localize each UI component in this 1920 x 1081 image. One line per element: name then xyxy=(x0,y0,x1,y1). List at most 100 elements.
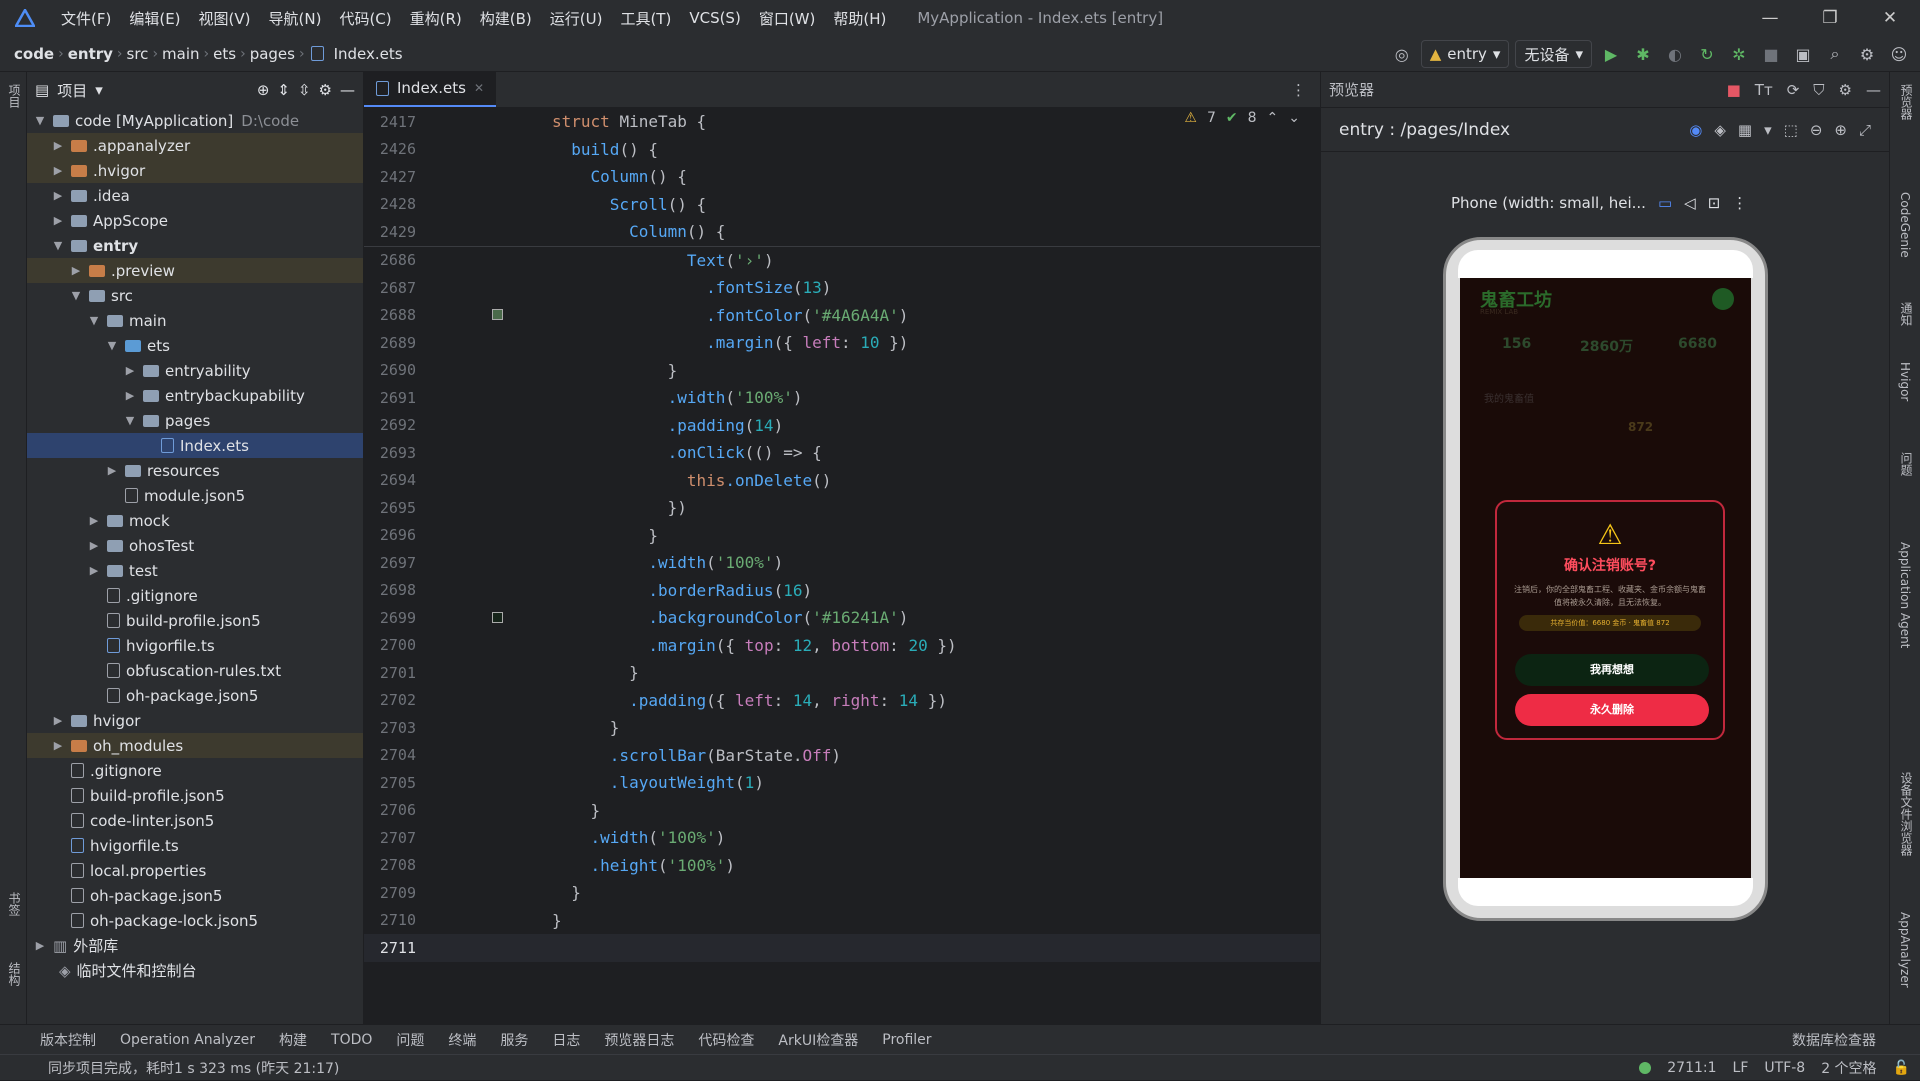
caret-position[interactable]: 2711:1 xyxy=(1667,1060,1716,1076)
tree-item[interactable]: build-profile.json5 xyxy=(27,783,363,808)
tree-item[interactable]: ▶ mock xyxy=(27,508,363,533)
inspect-icon[interactable]: ◉ xyxy=(1689,121,1702,139)
project-panel-title[interactable]: 项目 xyxy=(57,80,87,101)
chevron-down-icon[interactable]: ▾ xyxy=(1764,121,1772,139)
tree-item[interactable]: module.json5 xyxy=(27,483,363,508)
gear-icon[interactable]: ⚙ xyxy=(319,81,332,99)
structure-tool-button[interactable]: 结构 xyxy=(6,962,23,986)
close-icon[interactable]: ✕ xyxy=(474,81,484,95)
tree-item[interactable]: local.properties xyxy=(27,858,363,883)
avatar[interactable] xyxy=(1712,288,1734,310)
appanalyzer-tool-button[interactable]: AppAnalyzer xyxy=(1898,912,1912,988)
tree-item[interactable]: ▶ ohosTest xyxy=(27,533,363,558)
tool-terminal[interactable]: 终端 xyxy=(448,1030,476,1050)
tree-item[interactable]: ▶ ▥ 外部库 xyxy=(27,933,363,958)
menu-vcs[interactable]: VCS(S) xyxy=(680,9,749,27)
module-dropdown[interactable]: ▲ entry ▾ xyxy=(1420,40,1510,68)
expand-all-icon[interactable]: ⇕ xyxy=(277,81,290,99)
tool-database-inspector[interactable]: 数据库检查器 xyxy=(1792,1030,1876,1050)
tree-item[interactable]: ▶ oh_modules xyxy=(27,733,363,758)
menu-edit[interactable]: 编辑(E) xyxy=(120,8,189,29)
status-indicator-icon[interactable] xyxy=(1639,1062,1652,1074)
tree-item[interactable]: oh-package.json5 xyxy=(27,683,363,708)
tree-item[interactable]: ▶ .preview xyxy=(27,258,363,283)
tree-item[interactable]: ▼ entry xyxy=(27,233,363,258)
menu-view[interactable]: 视图(V) xyxy=(190,8,260,29)
locate-icon[interactable]: ⊕ xyxy=(257,81,270,99)
tree-item[interactable]: oh-package-lock.json5 xyxy=(27,908,363,933)
lock-icon[interactable]: 🔓 xyxy=(1893,1060,1910,1076)
stop-icon[interactable]: ■ xyxy=(1758,41,1784,67)
tree-item[interactable]: .gitignore xyxy=(27,758,363,783)
device-dropdown[interactable]: 无设备 ▾ xyxy=(1515,40,1592,68)
menu-help[interactable]: 帮助(H) xyxy=(824,8,895,29)
restore-icon[interactable]: ❐ xyxy=(1800,0,1860,36)
breadcrumb-item[interactable]: code xyxy=(10,45,58,63)
tool-operation-analyzer[interactable]: Operation Analyzer xyxy=(120,1032,255,1048)
tool-arkui-inspector[interactable]: ArkUI检查器 xyxy=(778,1030,858,1050)
tree-item[interactable]: ▶ hvigor xyxy=(27,708,363,733)
line-separator[interactable]: LF xyxy=(1733,1060,1749,1076)
hide-icon[interactable]: — xyxy=(1866,81,1881,99)
tree-item[interactable]: ▶ AppScope xyxy=(27,208,363,233)
project-tool-button[interactable]: 项目 xyxy=(6,84,23,108)
tool-profiler[interactable]: Profiler xyxy=(882,1032,931,1048)
tool-code-inspection[interactable]: 代码检查 xyxy=(698,1030,754,1050)
tree-item[interactable]: oh-package.json5 xyxy=(27,883,363,908)
chevron-down-icon[interactable]: ⌄ xyxy=(1288,110,1300,126)
more-options-icon[interactable]: ⋮ xyxy=(1732,194,1747,212)
tool-log[interactable]: 日志 xyxy=(552,1030,580,1050)
bookmarks-tool-button[interactable]: 书签 xyxy=(6,892,23,916)
tree-item[interactable]: ▶ .hvigor xyxy=(27,158,363,183)
reload-icon[interactable]: ↻ xyxy=(1694,41,1720,67)
zoom-out-icon[interactable]: ⊖ xyxy=(1810,121,1823,139)
search-icon[interactable]: ⌕ xyxy=(1822,41,1848,67)
device-selector[interactable]: Phone (width: small, hei... ▭ ◁ ⊡ ⋮ xyxy=(1451,194,1747,212)
tree-item[interactable]: ▶ entryability xyxy=(27,358,363,383)
breadcrumb-item[interactable]: src xyxy=(123,45,153,63)
cancel-button[interactable]: 我再想想 xyxy=(1515,654,1709,686)
font-size-icon[interactable]: Tт xyxy=(1755,81,1773,99)
close-icon[interactable]: ✕ xyxy=(1860,0,1920,36)
menu-tools[interactable]: 工具(T) xyxy=(611,8,680,29)
menu-build[interactable]: 构建(B) xyxy=(471,8,541,29)
code-area[interactable]: 2417 struct MineTab { 2426 build() { 2427… xyxy=(364,108,1320,1062)
breadcrumb-item[interactable]: Index.ets xyxy=(330,45,407,63)
gear-icon[interactable]: ⚙ xyxy=(1839,81,1852,99)
color-swatch[interactable] xyxy=(492,309,503,321)
tree-item[interactable]: ▶ resources xyxy=(27,458,363,483)
menu-code[interactable]: 代码(C) xyxy=(330,8,400,29)
menu-navigate[interactable]: 导航(N) xyxy=(260,8,331,29)
inspector-icon[interactable]: ⛉ xyxy=(1813,81,1824,99)
tool-todo[interactable]: TODO xyxy=(331,1032,372,1048)
grid-icon[interactable]: ▦ xyxy=(1738,121,1752,139)
hvigor-tool-button[interactable]: Hvigor xyxy=(1898,362,1912,401)
tree-item[interactable]: build-profile.json5 xyxy=(27,608,363,633)
rotate-icon[interactable]: ◁ xyxy=(1684,194,1696,212)
menu-refactor[interactable]: 重构(R) xyxy=(401,8,471,29)
fold-icon[interactable]: ⊡ xyxy=(1708,194,1721,212)
indent-setting[interactable]: 2 个空格 xyxy=(1821,1058,1876,1078)
refresh-icon[interactable]: ⟳ xyxy=(1787,81,1800,99)
menu-run[interactable]: 运行(U) xyxy=(541,8,612,29)
tree-item[interactable]: .gitignore xyxy=(27,583,363,608)
tree-item[interactable]: code-linter.json5 xyxy=(27,808,363,833)
breadcrumb-item[interactable]: entry xyxy=(64,45,117,63)
status-message[interactable]: 同步项目完成，耗时1 s 323 ms (昨天 21:17) xyxy=(48,1058,339,1078)
fit-icon[interactable]: ⬚ xyxy=(1784,121,1798,139)
device-file-browser-tool-button[interactable]: 设备文件浏览器 xyxy=(1898,772,1915,856)
tool-version-control[interactable]: 版本控制 xyxy=(40,1030,96,1050)
target-icon[interactable]: ◎ xyxy=(1389,41,1415,67)
collapse-all-icon[interactable]: ⇳ xyxy=(298,81,311,99)
previewer-tool-button[interactable]: 预览器 xyxy=(1898,84,1915,120)
tree-item[interactable]: ▼ pages xyxy=(27,408,363,433)
tree-item[interactable]: hvigorfile.ts xyxy=(27,633,363,658)
tree-item[interactable]: ▶ test xyxy=(27,558,363,583)
tree-item-selected[interactable]: Index.ets xyxy=(27,433,363,458)
color-swatch[interactable] xyxy=(492,611,503,623)
attach-debugger-icon[interactable]: ✲ xyxy=(1726,41,1752,67)
chevron-up-icon[interactable]: ⌃ xyxy=(1267,110,1279,126)
stop-icon[interactable]: ■ xyxy=(1727,81,1741,99)
profile-icon[interactable]: ◐ xyxy=(1662,41,1688,67)
phone-screen[interactable]: 鬼畜工坊 REMIX LAB 156 2860万 6680 我的鬼畜值 872 … xyxy=(1460,278,1751,878)
